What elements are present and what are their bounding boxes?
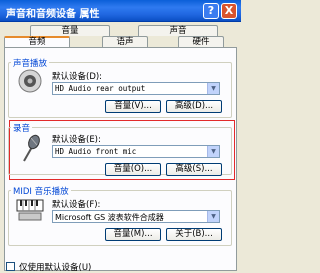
recording-device-value: HD Audio front mic: [55, 147, 137, 156]
midi-about-button[interactable]: 关于(B)...: [166, 228, 222, 241]
window-title: 声音和音频设备 属性: [6, 9, 100, 20]
tab-hardware[interactable]: 硬件: [178, 36, 224, 47]
recording-device-select[interactable]: HD Audio front mic ▼: [52, 145, 220, 158]
microphone-icon: [23, 134, 40, 162]
tab-volume[interactable]: 音量: [30, 25, 110, 36]
recording-device-label: 默认设备(E):: [52, 135, 101, 145]
chevron-down-icon[interactable]: ▼: [207, 211, 219, 222]
chevron-down-icon[interactable]: ▼: [207, 83, 219, 94]
playback-volume-button[interactable]: 音量(V)...: [105, 100, 161, 113]
recording-volume-button[interactable]: 音量(O)...: [105, 163, 161, 176]
playback-advanced-button[interactable]: 高级(D)...: [166, 100, 222, 113]
playback-device-select[interactable]: HD Audio rear output ▼: [52, 82, 220, 95]
playback-device-label: 默认设备(D):: [52, 72, 103, 82]
midi-keyboard-icon: [16, 199, 44, 221]
midi-device-label: 默认设备(F):: [52, 200, 101, 210]
title-bar[interactable]: 声音和音频设备 属性 ? X: [0, 0, 241, 22]
tab-row-2: 音频 语声 硬件: [0, 36, 241, 48]
recording-advanced-button[interactable]: 高级(S)...: [166, 163, 222, 176]
help-button[interactable]: ?: [203, 3, 219, 19]
close-button[interactable]: X: [221, 3, 237, 19]
midi-device-select[interactable]: Microsoft GS 波表软件合成器 ▼: [52, 210, 220, 223]
playback-device-value: HD Audio rear output: [55, 84, 146, 93]
use-default-only-checkbox[interactable]: [6, 262, 15, 271]
chevron-down-icon[interactable]: ▼: [207, 146, 219, 157]
tab-row-1: 音量 声音: [0, 25, 241, 36]
midi-volume-button[interactable]: 音量(M)...: [105, 228, 161, 241]
use-default-only-label: 仅使用默认设备(U): [19, 263, 92, 273]
tab-sounds[interactable]: 声音: [138, 25, 218, 36]
tab-voice[interactable]: 语声: [102, 36, 148, 47]
midi-device-value: Microsoft GS 波表软件合成器: [55, 213, 164, 222]
speaker-icon: [18, 69, 42, 93]
midi-group-title: MIDI 音乐播放: [11, 185, 71, 197]
